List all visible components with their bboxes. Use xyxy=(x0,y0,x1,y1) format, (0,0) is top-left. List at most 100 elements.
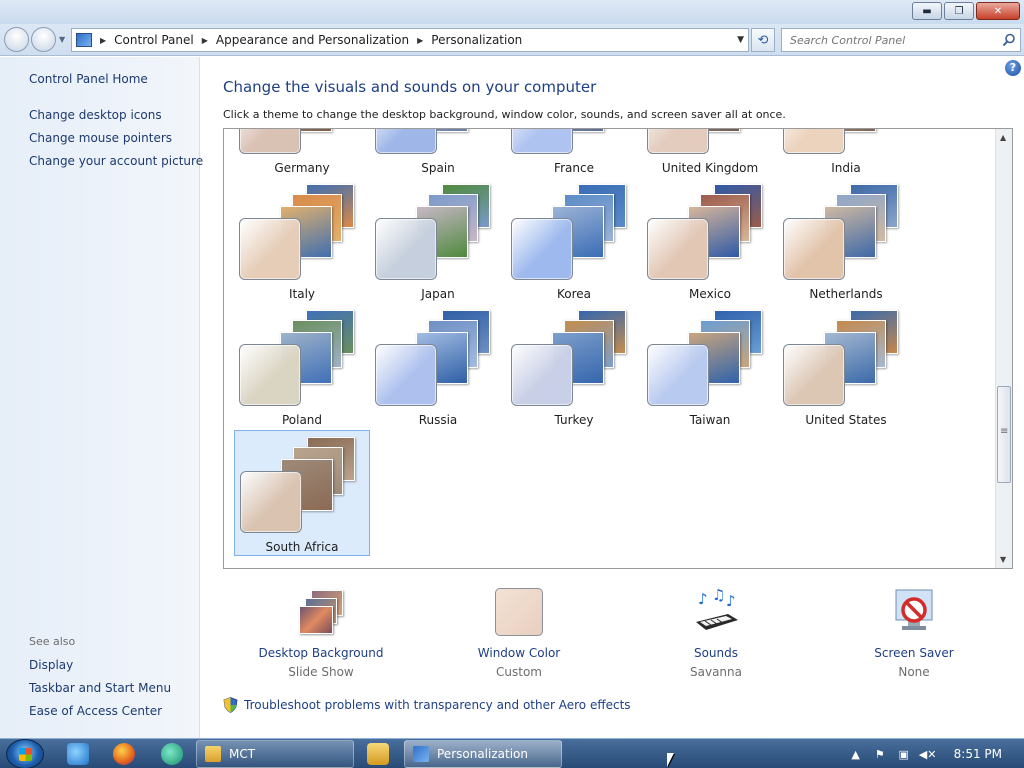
refresh-button[interactable]: ⟲ xyxy=(751,28,775,52)
theme-item[interactable]: United Kingdom xyxy=(642,129,778,178)
volume-muted-icon[interactable]: ◀✕ xyxy=(919,746,937,762)
start-button[interactable] xyxy=(6,739,44,768)
theme-item[interactable]: Turkey xyxy=(506,304,642,430)
screen-saver-label[interactable]: Screen Saver xyxy=(839,646,989,660)
search-box[interactable] xyxy=(781,28,1021,52)
scroll-up-icon[interactable]: ▲ xyxy=(1000,133,1006,142)
theme-item[interactable]: United States xyxy=(778,304,914,430)
theme-gallery[interactable]: South Africa United States Taiwan Turkey Rus… xyxy=(223,128,1013,569)
theme-item[interactable]: India xyxy=(778,129,914,178)
theme-label: Taiwan xyxy=(689,413,731,427)
svg-text:♪: ♪ xyxy=(698,590,708,608)
breadcrumb-appearance[interactable]: Appearance and Personalization xyxy=(216,33,409,47)
troubleshoot-link[interactable]: Troubleshoot problems with transparency … xyxy=(244,698,631,712)
sounds-setting[interactable]: ♪ ♫ ♪ Sounds Savanna xyxy=(641,586,791,679)
theme-color-swatch xyxy=(511,344,573,406)
folder-icon xyxy=(205,746,221,762)
search-icon[interactable] xyxy=(1002,33,1016,47)
theme-item[interactable]: Korea xyxy=(506,178,642,304)
screen-saver-value: None xyxy=(898,665,930,679)
theme-item[interactable]: Mexico xyxy=(642,178,778,304)
system-tray: ▲ ⚑ ▣ ◀✕ 8:51 PM xyxy=(848,739,1024,768)
clock[interactable]: 8:51 PM xyxy=(954,747,1002,761)
taskbar-task-personalization[interactable]: Personalization xyxy=(404,740,562,768)
theme-item[interactable]: Italy xyxy=(234,178,370,304)
theme-color-swatch xyxy=(783,344,845,406)
help-icon[interactable]: ? xyxy=(1005,60,1021,76)
search-input[interactable] xyxy=(782,29,992,51)
firefox-icon[interactable] xyxy=(113,743,135,765)
sounds-value: Savanna xyxy=(690,665,742,679)
shield-icon xyxy=(223,697,238,713)
display-link[interactable]: Display xyxy=(29,658,73,672)
action-center-flag-icon[interactable]: ⚑ xyxy=(872,746,888,762)
address-bar[interactable]: ▶ Control Panel ▶ Appearance and Persona… xyxy=(71,28,749,52)
theme-label: Germany xyxy=(274,161,330,175)
theme-item[interactable]: Netherlands xyxy=(778,178,914,304)
ease-of-access-link[interactable]: Ease of Access Center xyxy=(29,704,162,718)
control-panel-icon xyxy=(76,33,92,47)
sounds-label[interactable]: Sounds xyxy=(641,646,791,660)
theme-item[interactable]: Russia xyxy=(370,304,506,430)
theme-color-swatch xyxy=(783,129,845,154)
scroll-down-icon[interactable]: ▼ xyxy=(1000,555,1006,564)
troubleshoot-link-row[interactable]: Troubleshoot problems with transparency … xyxy=(223,697,631,713)
theme-color-swatch xyxy=(375,344,437,406)
control-panel-home-link[interactable]: Control Panel Home xyxy=(29,72,148,86)
breadcrumb-arrow-icon[interactable]: ▶ xyxy=(202,36,208,45)
theme-item[interactable]: Germany xyxy=(234,129,370,178)
theme-color-swatch xyxy=(647,344,709,406)
change-mouse-pointers-link[interactable]: Change mouse pointers xyxy=(29,131,172,145)
minimize-button[interactable]: ▬ xyxy=(912,2,942,20)
close-button[interactable]: ✕ xyxy=(976,2,1020,20)
media-player-icon[interactable] xyxy=(367,743,389,765)
theme-label: Spain xyxy=(421,161,455,175)
theme-item[interactable]: France xyxy=(506,129,642,178)
theme-color-swatch xyxy=(647,218,709,280)
control-panel-icon xyxy=(413,746,429,762)
theme-label: Italy xyxy=(288,287,316,301)
forward-button[interactable] xyxy=(31,27,56,52)
taskbar-task-mct[interactable]: MCT xyxy=(196,740,354,768)
breadcrumb-arrow-icon[interactable]: ▶ xyxy=(417,36,423,45)
show-hidden-icons-icon[interactable]: ▲ xyxy=(848,746,864,762)
theme-label: Japan xyxy=(421,287,455,301)
refresh-icon: ⟲ xyxy=(757,32,769,48)
theme-item[interactable]: Spain xyxy=(370,129,506,178)
screen-saver-setting[interactable]: Screen Saver None xyxy=(839,588,989,679)
change-account-picture-link[interactable]: Change your account picture xyxy=(29,154,203,168)
theme-item[interactable]: Japan xyxy=(370,178,506,304)
page-description: Click a theme to change the desktop back… xyxy=(223,108,786,121)
theme-item[interactable]: Taiwan xyxy=(642,304,778,430)
taskbar-start-menu-link[interactable]: Taskbar and Start Menu xyxy=(29,681,171,695)
gallery-scrollbar[interactable]: ▲ ▼ xyxy=(995,129,1012,568)
maximize-button[interactable]: ❐ xyxy=(944,2,974,20)
media-center-icon[interactable] xyxy=(161,743,183,765)
internet-explorer-icon[interactable] xyxy=(67,743,89,765)
theme-item[interactable]: Poland xyxy=(234,304,370,430)
breadcrumb-control-panel[interactable]: Control Panel xyxy=(114,33,194,47)
breadcrumb-personalization[interactable]: Personalization xyxy=(431,33,522,47)
window-color-label[interactable]: Window Color xyxy=(444,646,594,660)
window-controls: ▬ ❐ ✕ xyxy=(912,2,1020,20)
theme-label: South Africa xyxy=(265,540,339,554)
recent-pages-icon[interactable]: ▼ xyxy=(59,35,65,44)
svg-text:♫: ♫ xyxy=(712,588,725,604)
theme-label: India xyxy=(831,161,861,175)
taskbar: MCT Personalization ▲ ⚑ ▣ ◀✕ 8:51 PM xyxy=(0,738,1024,768)
see-also-label: See also xyxy=(29,635,76,648)
theme-color-swatch xyxy=(239,218,301,280)
scroll-thumb[interactable] xyxy=(997,386,1011,483)
address-dropdown-icon[interactable]: ▼ xyxy=(737,35,744,45)
theme-color-swatch xyxy=(783,218,845,280)
mouse-cursor-icon xyxy=(667,753,674,767)
change-desktop-icons-link[interactable]: Change desktop icons xyxy=(29,108,162,122)
desktop-background-label[interactable]: Desktop Background xyxy=(246,646,396,660)
breadcrumb-arrow-icon[interactable]: ▶ xyxy=(100,36,106,45)
theme-item[interactable]: South Africa xyxy=(234,430,370,556)
network-icon[interactable]: ▣ xyxy=(896,746,912,762)
desktop-background-setting[interactable]: Desktop Background Slide Show xyxy=(246,588,396,679)
window-color-setting[interactable]: Window Color Custom xyxy=(444,588,594,679)
theme-label: Poland xyxy=(281,413,323,427)
back-button[interactable] xyxy=(4,27,29,52)
